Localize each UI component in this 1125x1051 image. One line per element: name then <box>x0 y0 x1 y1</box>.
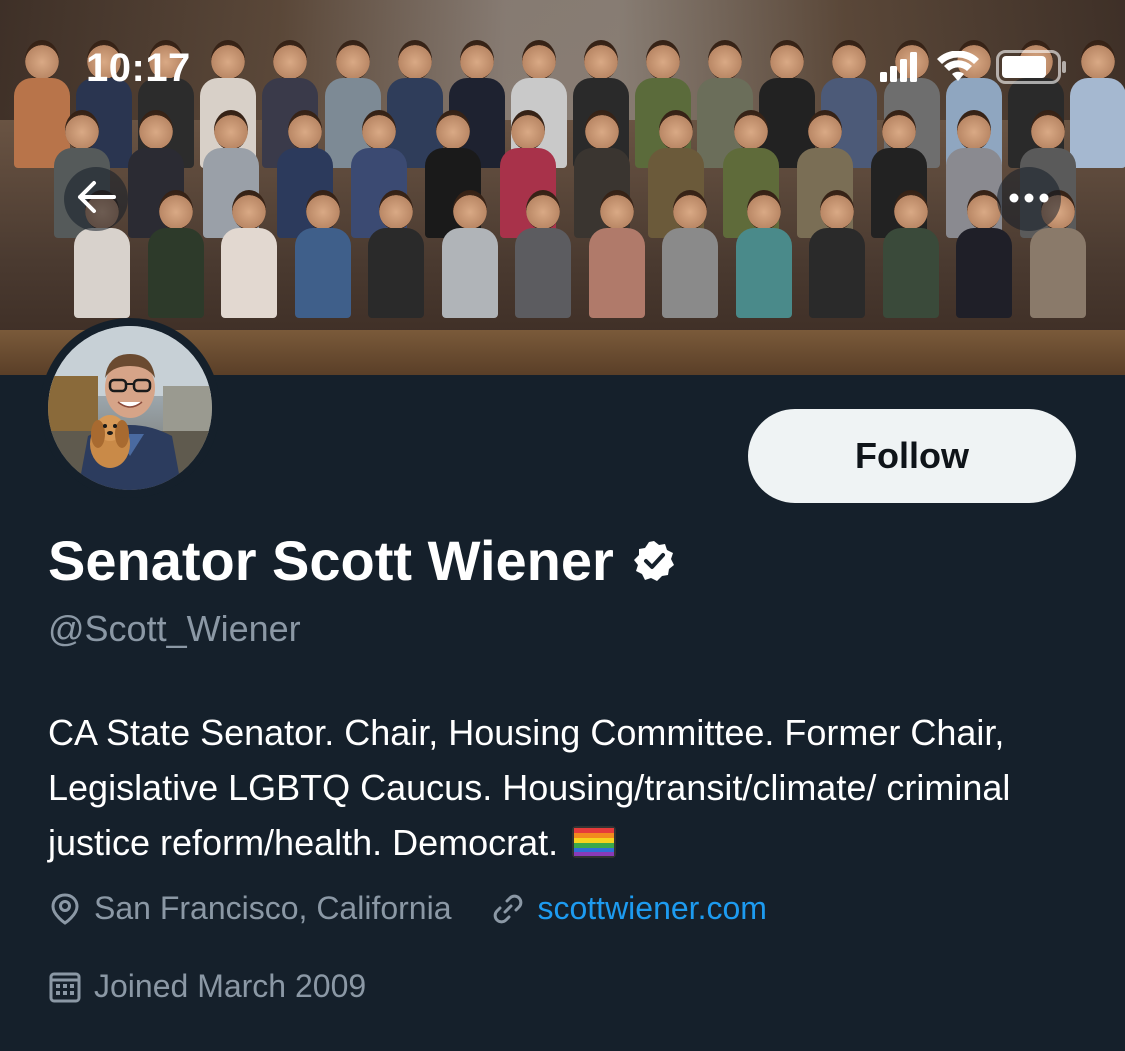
profile-joined: Joined March 2009 <box>48 968 366 1005</box>
location-text: San Francisco, California <box>94 890 452 926</box>
calendar-icon <box>48 970 82 1004</box>
more-options-button[interactable] <box>997 167 1061 231</box>
follow-button[interactable]: Follow <box>748 409 1076 503</box>
signal-icon <box>880 52 920 87</box>
website-link[interactable]: scottwiener.com <box>537 890 766 927</box>
back-arrow-icon <box>76 180 116 219</box>
back-button[interactable] <box>64 167 128 231</box>
profile-handle: @Scott_Wiener <box>48 608 301 649</box>
more-options-icon <box>1009 190 1049 208</box>
rainbow-flag-icon <box>572 818 617 873</box>
banner-crowd-front <box>74 190 1086 318</box>
location-pin-icon <box>48 892 82 926</box>
verified-badge-icon[interactable] <box>632 539 676 583</box>
display-name: Senator Scott Wiener <box>48 529 614 592</box>
profile-meta: San Francisco, California scottwiener.co… <box>48 890 767 927</box>
profile-bio: CA State Senator. Chair, Housing Committ… <box>48 705 1088 873</box>
profile-avatar[interactable] <box>40 318 220 498</box>
battery-icon <box>996 50 1068 89</box>
link-icon <box>491 892 525 926</box>
joined-text: Joined March 2009 <box>94 968 367 1004</box>
status-icons <box>880 50 1068 89</box>
status-time: 10:17 <box>86 46 191 90</box>
profile-name-row: Senator Scott Wiener <box>48 528 676 593</box>
profile-website[interactable]: scottwiener.com <box>491 890 767 927</box>
bio-text: CA State Senator. Chair, Housing Committ… <box>48 712 1011 863</box>
wifi-icon <box>936 50 980 88</box>
profile-banner[interactable]: 10:17 <box>0 0 1125 375</box>
profile-location: San Francisco, California <box>48 890 451 927</box>
avatar-photo <box>48 326 212 490</box>
